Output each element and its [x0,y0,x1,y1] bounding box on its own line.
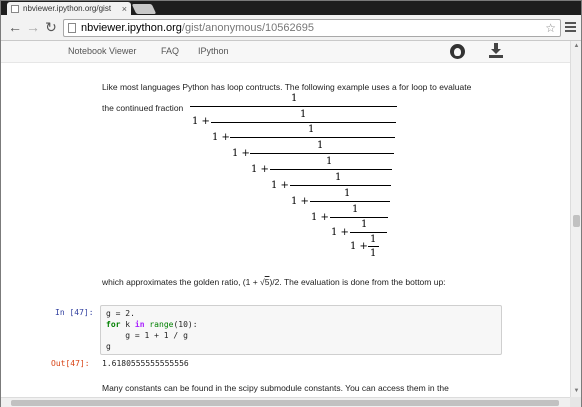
fraction-bar [350,232,387,233]
page-icon [68,23,76,33]
vertical-scroll-thumb[interactable] [573,215,580,227]
code-line: g [106,342,111,351]
fraction-denominator: 1 [370,248,377,259]
constants-text: Many constants can be found in the scipy… [102,383,449,393]
input-prompt: In [47]: [55,308,94,317]
fraction-numerator: 1 [300,109,307,120]
keyword-for: for [106,320,121,329]
browser-toolbar: ← → ↻ nbviewer.ipython.org /gist/anonymo… [1,15,581,41]
fraction-numerator: 1 [335,172,342,183]
page-viewport: Notebook Viewer FAQ IPython Like most la… [1,41,570,397]
fraction-one-plus: 1 + [331,227,349,238]
code-args: (10): [173,320,198,329]
fraction-bar [190,106,397,107]
github-icon[interactable] [450,44,465,59]
url-host: nbviewer.ipython.org [81,22,182,34]
nav-notebook-viewer[interactable]: Notebook Viewer [68,46,136,56]
fraction-one-plus: 1 + [291,196,309,207]
golden-ratio-text-end: )/2. The evaluation is done from the bot… [269,277,446,287]
fraction-one-plus: 1 + [271,180,289,191]
keyword-in: in [134,320,145,329]
fraction-bar [211,122,396,123]
fraction-one-plus: 1 + [212,132,230,143]
vertical-scrollbar[interactable]: ▲ ▼ [570,41,581,397]
code-var: k [120,320,135,329]
new-tab-button[interactable] [131,4,157,14]
tab-strip: nbviewer.ipython.org/gist × [1,1,581,15]
fraction-bar [330,217,388,218]
reload-icon[interactable]: ↻ [43,19,59,35]
horizontal-scroll-thumb[interactable] [11,400,559,406]
fraction-bar [368,246,379,247]
code-cell-input[interactable]: g = 2. for k in range(10): g = 1 + 1 / g… [100,305,502,355]
browser-menu-icon[interactable] [565,22,576,32]
nav-faq[interactable]: FAQ [161,46,179,56]
url-path: /gist/anonymous/10562695 [181,22,315,34]
fraction-numerator: 1 [291,93,298,104]
fraction-bar [290,185,391,186]
browser-tab[interactable]: nbviewer.ipython.org/gist × [7,2,131,15]
tab-title: nbviewer.ipython.org/gist [23,4,112,13]
forward-arrow-icon[interactable]: → [25,19,41,35]
fraction-bar [230,137,395,138]
horizontal-scrollbar[interactable] [1,397,570,407]
bookmark-star-icon[interactable]: ☆ [545,21,556,35]
fraction-one-plus: 1 + [251,164,269,175]
code-line: g = 1 + 1 / g [106,331,188,340]
code-line: for k in range(10): [106,320,198,329]
golden-ratio-text-start: which approximates the golden ratio, (1 … [102,277,261,287]
nav-ipython[interactable]: IPython [198,46,229,56]
fraction-one-plus: 1 + [311,212,329,223]
fraction-numerator: 1 [326,156,333,167]
fraction-bar [250,153,394,154]
fraction-one-plus: 1 + [232,148,250,159]
tab-close-icon[interactable]: × [122,4,127,14]
fraction-numerator: 1 [308,124,315,135]
output-prompt: Out[47]: [51,359,90,368]
fraction-one-plus: 1 + [350,241,368,252]
fraction-numerator: 1 [344,188,351,199]
code-line: g = 2. [106,309,135,318]
scrollbar-corner [570,397,581,407]
fraction-one-plus: 1 + [192,116,210,127]
download-icon[interactable] [489,43,503,59]
back-arrow-icon[interactable]: ← [7,19,23,35]
address-bar[interactable]: nbviewer.ipython.org /gist/anonymous/105… [63,19,561,37]
fraction-numerator: 1 [361,219,368,230]
fraction-numerator: 1 [317,140,324,151]
scroll-up-icon[interactable]: ▲ [571,42,582,50]
page-favicon-icon [11,4,19,13]
cell-output: 1.6180555555555556 [102,359,189,368]
nbviewer-navbar: Notebook Viewer FAQ IPython [1,41,570,63]
continued-fraction-label: the continued fraction [102,103,184,113]
browser-window: nbviewer.ipython.org/gist × ← → ↻ nbview… [0,0,582,407]
fraction-numerator: 1 [352,204,359,215]
golden-ratio-text: which approximates the golden ratio, (1 … [102,277,446,287]
fraction-numerator: 1 [370,234,377,245]
scroll-down-icon[interactable]: ▼ [571,387,582,395]
intro-text: Like most languages Python has loop cont… [102,82,472,92]
builtin-range: range [144,320,174,329]
fraction-bar [310,201,390,202]
fraction-bar [270,169,392,170]
